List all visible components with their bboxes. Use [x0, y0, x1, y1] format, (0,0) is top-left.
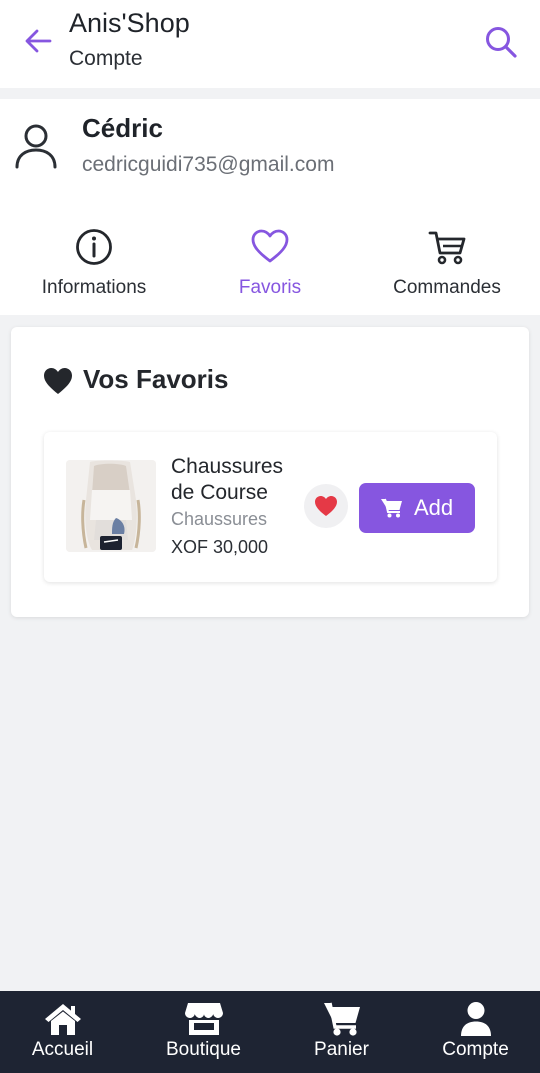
tab-informations-label: Informations: [41, 277, 147, 298]
product-category: Chaussures: [171, 509, 268, 529]
favorite-product-card[interactable]: Chaussures de Course Chaussures XOF 30,0…: [44, 432, 497, 582]
cart-icon: [323, 1002, 360, 1036]
user-outline-icon: [15, 124, 57, 169]
user-email: cedricguidi735@gmail.com: [82, 153, 335, 176]
user-name: Cédric: [82, 113, 163, 143]
nav-compte-label: Compte: [442, 1039, 509, 1060]
home-icon: [44, 1004, 81, 1035]
cart-icon: [428, 231, 466, 265]
search-icon: [486, 27, 517, 58]
nav-panier-label: Panier: [314, 1039, 369, 1060]
info-circle-icon: [76, 229, 112, 265]
tab-informations[interactable]: Informations: [4, 223, 184, 303]
bottom-navigation: Accueil Boutique Panier Compte: [0, 991, 540, 1073]
nav-boutique[interactable]: Boutique: [136, 991, 271, 1073]
tab-favoris-label: Favoris: [238, 277, 302, 298]
shoe-image: [66, 460, 156, 552]
product-name: Chaussures de Course: [171, 455, 284, 504]
remove-favorite-button[interactable]: [304, 484, 348, 528]
search-button[interactable]: [484, 25, 518, 59]
nav-accueil[interactable]: Accueil: [0, 991, 130, 1073]
add-button-label: Add: [414, 495, 454, 520]
account-tabs: Informations Favoris Commandes: [0, 223, 540, 303]
user-icon: [460, 1002, 491, 1036]
favorites-card: Vos Favoris Chaussures de Course Chaussu…: [11, 327, 529, 617]
tab-commandes[interactable]: Commandes: [357, 223, 537, 303]
tab-commandes-label: Commandes: [393, 277, 501, 298]
app-header: Anis'Shop Compte: [0, 0, 540, 88]
arrow-left-icon: [25, 29, 52, 53]
profile-section: Cédric cedricguidi735@gmail.com Informat…: [0, 99, 540, 315]
nav-boutique-label: Boutique: [165, 1039, 241, 1060]
nav-compte[interactable]: Compte: [408, 991, 540, 1073]
page-subtitle: Compte: [69, 47, 143, 70]
heart-filled-icon: [315, 496, 337, 516]
store-icon: [184, 1003, 223, 1035]
product-image[interactable]: [66, 460, 156, 552]
nav-accueil-label: Accueil: [31, 1039, 94, 1060]
favorites-heading: Vos Favoris: [83, 364, 229, 394]
cart-icon: [381, 498, 402, 518]
back-button[interactable]: [22, 26, 56, 56]
heart-icon: [44, 368, 72, 394]
add-to-cart-button[interactable]: Add: [359, 483, 475, 533]
product-price: XOF 30,000: [171, 537, 269, 557]
tab-favoris[interactable]: Favoris: [180, 223, 360, 303]
heart-outline-icon: [251, 229, 289, 263]
nav-panier[interactable]: Panier: [274, 991, 409, 1073]
app-title: Anis'Shop: [69, 8, 190, 38]
